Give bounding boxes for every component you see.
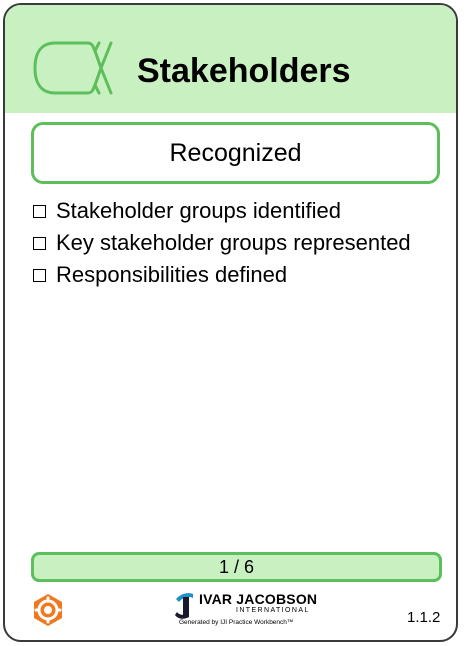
checklist-item-label: Key stakeholder groups represented [56,230,411,255]
gear-icon [34,594,62,626]
stakeholders-alpha-icon [33,41,113,95]
logo-subtitle: INTERNATIONAL [236,607,310,614]
checklist-item: Key stakeholder groups represented [31,227,411,259]
generated-by-text: Generated by IJI Practice Workbench™ [179,619,294,626]
state-name: Recognized [31,122,440,184]
checklist-item-label: Stakeholder groups identified [56,198,341,223]
checklist-item: Stakeholder groups identified [31,195,411,227]
card-title: Stakeholders [137,52,351,90]
checklist-item-label: Responsibilities defined [56,262,288,287]
version-number: 1.1.2 [407,609,441,626]
ivar-jacobson-logo-icon [175,593,193,619]
logo-name: IVAR JACOBSON [199,591,318,607]
checkbox-icon [33,204,46,218]
alpha-state-card: Stakeholders Recognized Stakeholder grou… [3,3,458,642]
ivar-jacobson-logo: IVAR JACOBSON INTERNATIONAL Generated by… [173,591,317,626]
card-header: Stakeholders [5,5,456,113]
checkbox-icon [33,268,46,282]
checkbox-icon [33,236,46,250]
state-progress: 1 / 6 [31,552,442,582]
checklist: Stakeholder groups identified Key stakeh… [31,195,411,291]
checklist-item: Responsibilities defined [31,259,411,291]
